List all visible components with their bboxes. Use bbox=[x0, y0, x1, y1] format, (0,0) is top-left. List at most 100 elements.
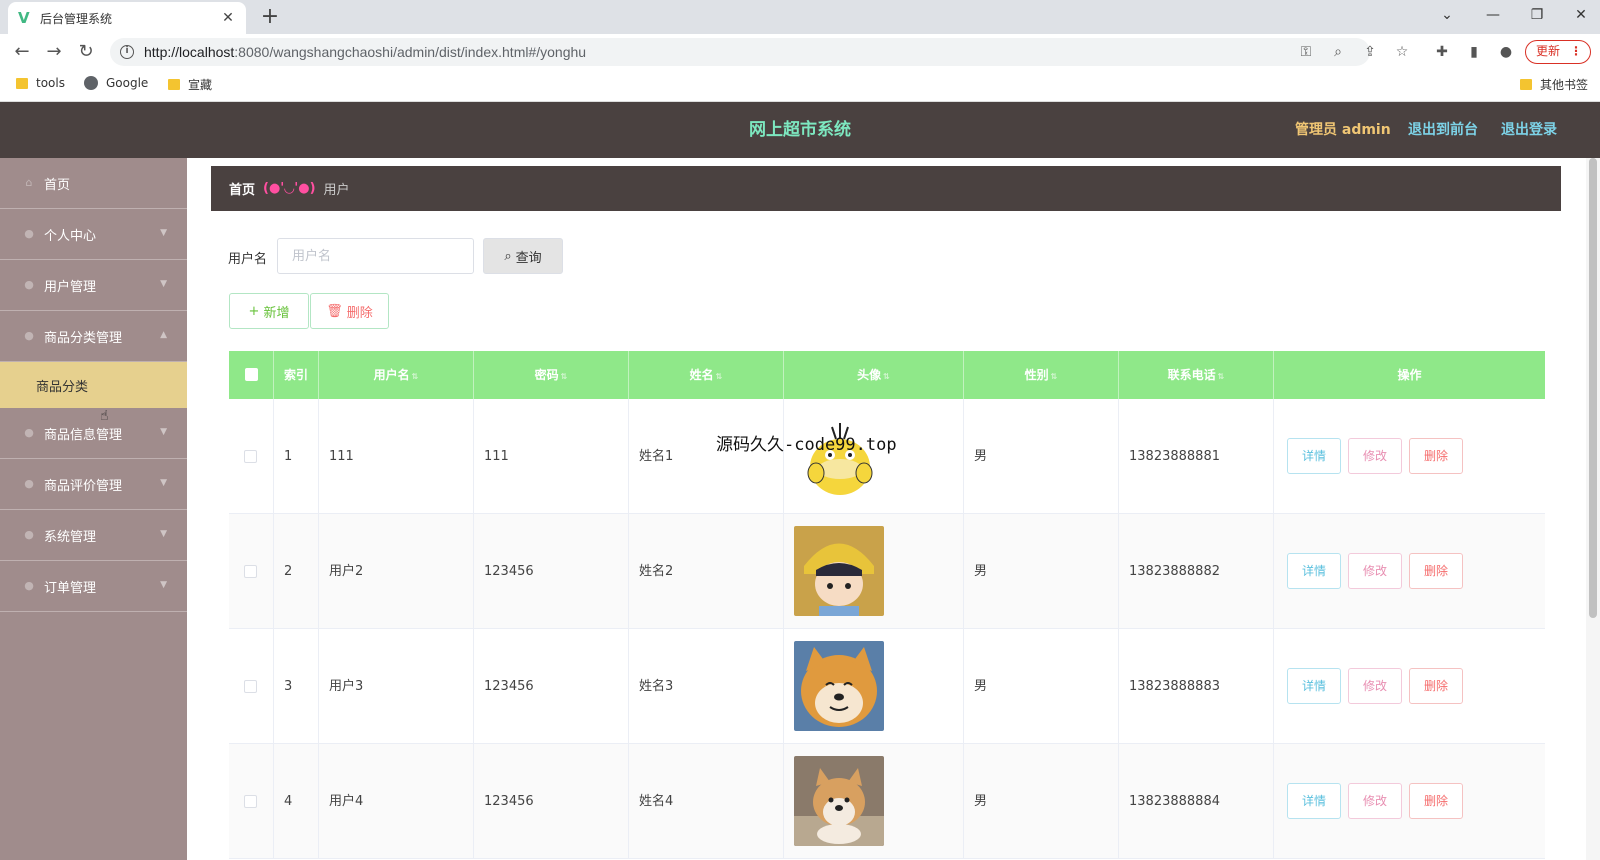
globe-icon bbox=[84, 76, 98, 90]
cell-username: 用户2 bbox=[319, 514, 474, 629]
cell-index: 4 bbox=[274, 744, 319, 859]
sidebar-item-goods[interactable]: ● 商品信息管理 ▼ bbox=[0, 408, 187, 459]
sidebar-item-orders[interactable]: ● 订单管理 ▼ bbox=[0, 561, 187, 612]
extensions-icon[interactable]: ✚ bbox=[1432, 42, 1452, 62]
delete-button[interactable]: 删除 bbox=[1409, 438, 1463, 474]
row-checkbox[interactable] bbox=[244, 450, 257, 463]
sidebar-item-personal[interactable]: ● 个人中心 ▼ bbox=[0, 209, 187, 260]
tab-search-icon[interactable]: ⌄ bbox=[1432, 4, 1462, 26]
sidebar-item-reviews[interactable]: ● 商品评价管理 ▼ bbox=[0, 459, 187, 510]
cell-index: 2 bbox=[274, 514, 319, 629]
sidebar-item-system[interactable]: ● 系统管理 ▼ bbox=[0, 510, 187, 561]
detail-button[interactable]: 详情 bbox=[1287, 553, 1341, 589]
cell-username: 111 bbox=[319, 399, 474, 514]
share-icon[interactable]: ⇪ bbox=[1360, 42, 1380, 62]
row-check-cell bbox=[229, 514, 274, 629]
delete-button[interactable]: 删除 bbox=[1409, 783, 1463, 819]
select-all-checkbox[interactable] bbox=[245, 368, 258, 381]
sidepanel-icon[interactable]: ▮ bbox=[1464, 42, 1484, 62]
delete-button[interactable]: 删除 bbox=[1409, 553, 1463, 589]
close-tab-icon[interactable]: ✕ bbox=[220, 10, 236, 26]
shiba-avatar bbox=[794, 641, 884, 731]
edit-button[interactable]: 修改 bbox=[1348, 668, 1402, 704]
logout-link[interactable]: 退出登录 bbox=[1501, 102, 1557, 158]
col-name[interactable]: 姓名 ⇅ bbox=[629, 351, 784, 399]
restore-icon[interactable]: ❐ bbox=[1522, 4, 1552, 26]
duck-avatar bbox=[807, 423, 873, 495]
star-icon[interactable]: ☆ bbox=[1392, 42, 1412, 62]
puppy-avatar bbox=[794, 756, 884, 846]
admin-label: 管理员 admin bbox=[1295, 122, 1391, 138]
order-icon: ● bbox=[24, 579, 34, 592]
chevron-up-icon: ▲ bbox=[160, 330, 167, 340]
scrollbar-thumb[interactable] bbox=[1589, 158, 1597, 618]
breadcrumb-home[interactable]: 首页 bbox=[229, 179, 255, 198]
username-search-input[interactable] bbox=[277, 238, 474, 274]
col-index[interactable]: 索引 bbox=[274, 351, 319, 399]
detail-button[interactable]: 详情 bbox=[1287, 668, 1341, 704]
breadcrumb: 首页 (●'◡'●) 用户 bbox=[211, 166, 1561, 211]
sidebar-item-category[interactable]: ● 商品分类管理 ▲ bbox=[0, 311, 187, 362]
key-icon[interactable]: ⚿ bbox=[1296, 42, 1316, 62]
minimize-icon[interactable]: — bbox=[1478, 4, 1508, 26]
page-scrollbar[interactable] bbox=[1586, 158, 1600, 860]
site-info-icon[interactable]: i bbox=[120, 45, 134, 59]
cell-index: 3 bbox=[274, 629, 319, 744]
zoom-icon[interactable]: ⌕ bbox=[1328, 42, 1348, 62]
edit-button[interactable]: 修改 bbox=[1348, 438, 1402, 474]
bookmark-favorites[interactable]: 宣藏 bbox=[168, 76, 212, 93]
forward-icon[interactable]: → bbox=[42, 40, 66, 64]
cell-gender: 男 bbox=[964, 514, 1119, 629]
delete-button[interactable]: 删除 bbox=[1409, 668, 1463, 704]
sidebar-item-home[interactable]: ⌂ 首页 bbox=[0, 158, 187, 209]
col-gender[interactable]: 性别 ⇅ bbox=[964, 351, 1119, 399]
search-label: 用户名 bbox=[228, 252, 268, 267]
boy-avatar bbox=[794, 526, 884, 616]
cell-name: 姓名3 bbox=[629, 629, 784, 744]
chevron-down-icon: ▼ bbox=[160, 529, 167, 539]
bookmark-google[interactable]: Google bbox=[84, 76, 148, 90]
profile-icon[interactable]: ● bbox=[1496, 42, 1516, 62]
detail-button[interactable]: 详情 bbox=[1287, 438, 1341, 474]
batch-delete-button[interactable]: 🗑 删除 bbox=[310, 293, 389, 329]
cell-actions: 详情 修改 删除 bbox=[1274, 399, 1545, 514]
browser-tab[interactable]: V 后台管理系统 ✕ bbox=[8, 2, 246, 34]
col-avatar[interactable]: 头像 ⇅ bbox=[784, 351, 964, 399]
col-phone[interactable]: 联系电话 ⇅ bbox=[1119, 351, 1274, 399]
trash-icon: 🗑 bbox=[326, 303, 343, 319]
query-button[interactable]: ⌕ 查询 bbox=[483, 238, 563, 274]
sidebar: ⌂ 首页 ● 个人中心 ▼ ● 用户管理 ▼ ● 商品分类管理 ▲ 商品分类 ●… bbox=[0, 158, 187, 860]
cell-actions: 详情 修改 删除 bbox=[1274, 514, 1545, 629]
row-checkbox[interactable] bbox=[244, 795, 257, 808]
edit-button[interactable]: 修改 bbox=[1348, 553, 1402, 589]
comment-icon: ● bbox=[24, 477, 34, 490]
close-window-icon[interactable]: ✕ bbox=[1566, 4, 1596, 26]
edit-button[interactable]: 修改 bbox=[1348, 783, 1402, 819]
new-tab-icon[interactable]: + bbox=[258, 4, 282, 30]
bookmark-other[interactable]: 其他书签 bbox=[1520, 76, 1588, 93]
url-bar[interactable]: i http://localhost:8080/wangshangchaoshi… bbox=[110, 38, 1370, 66]
add-button[interactable]: + 新增 bbox=[229, 293, 309, 329]
sidebar-item-users[interactable]: ● 用户管理 ▼ bbox=[0, 260, 187, 311]
bookmarks-bar: tools Google 宣藏 其他书签 bbox=[0, 70, 1600, 102]
reload-icon[interactable]: ↻ bbox=[74, 40, 98, 64]
row-checkbox[interactable] bbox=[244, 565, 257, 578]
settings-icon: ● bbox=[24, 528, 34, 541]
url-text: http://localhost:8080/wangshangchaoshi/a… bbox=[144, 44, 587, 60]
cell-phone: 13823888883 bbox=[1119, 629, 1274, 744]
chevron-down-icon: ▼ bbox=[160, 427, 167, 437]
bookmark-tools[interactable]: tools bbox=[16, 76, 65, 90]
col-password[interactable]: 密码 ⇅ bbox=[474, 351, 629, 399]
row-checkbox[interactable] bbox=[244, 680, 257, 693]
update-button[interactable]: 更新 ⋮ bbox=[1525, 40, 1591, 64]
exit-to-front-link[interactable]: 退出到前台 bbox=[1408, 102, 1478, 158]
cell-username: 用户3 bbox=[319, 629, 474, 744]
sidebar-subitem-category[interactable]: 商品分类 bbox=[0, 362, 187, 408]
back-icon[interactable]: ← bbox=[10, 40, 34, 64]
col-username[interactable]: 用户名 ⇅ bbox=[319, 351, 474, 399]
table-row: 4 用户4 123456 姓名4 男 13823888884 详情 修改 删除 bbox=[229, 744, 1545, 859]
detail-button[interactable]: 详情 bbox=[1287, 783, 1341, 819]
cell-avatar bbox=[784, 514, 964, 629]
table-row: 3 用户3 123456 姓名3 男 13823888883 详情 修改 删除 bbox=[229, 629, 1545, 744]
cell-phone: 13823888884 bbox=[1119, 744, 1274, 859]
